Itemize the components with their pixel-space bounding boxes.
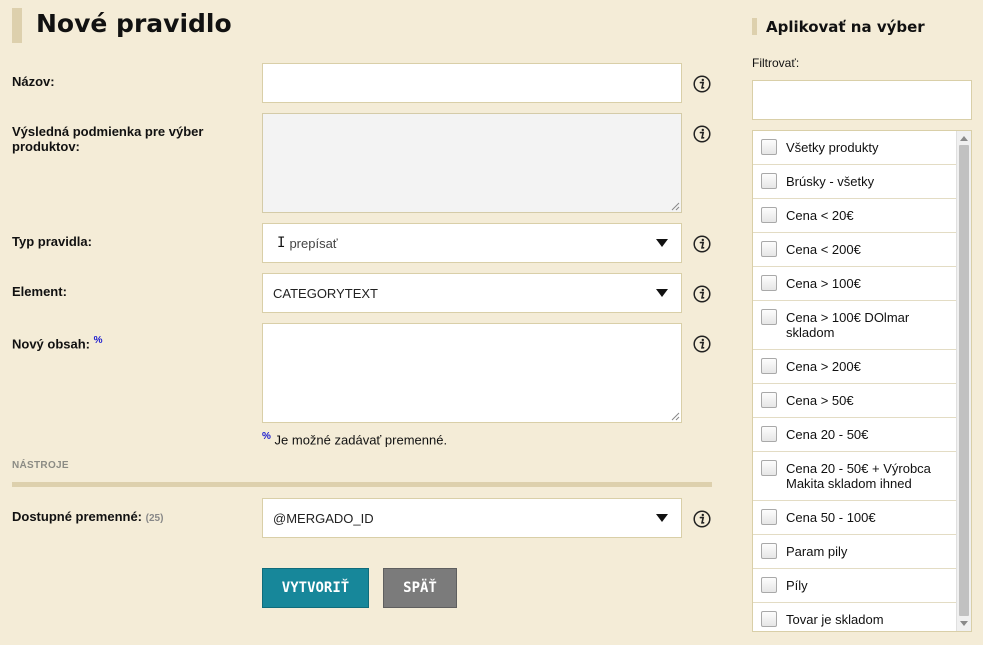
element-label: Element: [12, 284, 67, 299]
list-item[interactable]: Cena < 20€ [753, 199, 957, 233]
list-item-label: Cena > 100€ [786, 276, 861, 291]
list-item[interactable]: Cena 50 - 100€ [753, 501, 957, 535]
checkbox[interactable] [761, 207, 777, 223]
list-item-label: Cena 20 - 50€ + Výrobca Makita skladom i… [786, 461, 931, 491]
list-item[interactable]: Cena 20 - 50€ [753, 418, 957, 452]
list-item[interactable]: Píly [753, 569, 957, 603]
scroll-up-icon[interactable] [960, 136, 968, 141]
content-label: Nový obsah: % [12, 333, 103, 351]
variables-label-text: Dostupné premenné: [12, 509, 143, 524]
checkbox[interactable] [761, 460, 777, 476]
checkbox[interactable] [761, 611, 777, 627]
page-title: Nové pravidlo [36, 9, 232, 38]
variables-label: Dostupné premenné: (25) [12, 509, 163, 526]
checkbox[interactable] [761, 509, 777, 525]
checkbox[interactable] [761, 173, 777, 189]
checkbox[interactable] [761, 426, 777, 442]
sidebar-title: Aplikovať na výber [766, 18, 925, 36]
variables-count: (25) [145, 513, 164, 524]
text-cursor-icon: I [277, 235, 286, 251]
info-icon[interactable] [693, 285, 711, 303]
content-textarea[interactable] [262, 323, 682, 423]
list-item-label: Cena < 20€ [786, 208, 854, 223]
hint-marker: % [262, 431, 271, 442]
list-item-label: Cena > 50€ [786, 393, 854, 408]
content-label-text: Nový obsah: [12, 336, 91, 352]
info-icon[interactable] [693, 510, 711, 528]
sidebar-accent-bar [752, 18, 757, 35]
list-item[interactable]: Cena < 200€ [753, 233, 957, 267]
rule-type-select[interactable]: I prepísať [262, 223, 682, 263]
info-icon[interactable] [693, 75, 711, 93]
scroll-down-icon[interactable] [960, 621, 968, 626]
condition-textarea [262, 113, 682, 213]
list-item[interactable]: Tovar je skladom [753, 603, 957, 631]
variables-hint: % Je možné zadávať premenné. [262, 431, 447, 447]
list-item-label: Param pily [786, 544, 848, 559]
info-icon[interactable] [693, 125, 711, 143]
back-button[interactable]: SPÄŤ [383, 568, 457, 608]
chevron-down-icon [656, 289, 668, 297]
tools-section-title: NÁSTROJE [12, 460, 69, 471]
checkbox[interactable] [761, 241, 777, 257]
list-item-label: Píly [786, 578, 808, 593]
chevron-down-icon [656, 514, 668, 522]
checkbox[interactable] [761, 358, 777, 374]
info-icon[interactable] [693, 235, 711, 253]
name-input[interactable] [263, 64, 681, 102]
list-item-label: Tovar je skladom [786, 612, 884, 627]
list-item[interactable]: Cena > 100€ [753, 267, 957, 301]
selection-list: Všetky produkty Brúsky - všetky Cena < 20€… [752, 130, 972, 632]
selection-list-items: Všetky produkty Brúsky - všetky Cena < 20€… [753, 131, 957, 631]
name-label: Názov: [12, 74, 55, 89]
variables-select[interactable]: @MERGADO_ID [262, 498, 682, 538]
checkbox[interactable] [761, 577, 777, 593]
condition-label: Výsledná podmienka pre výber produktov: [12, 124, 204, 154]
create-button[interactable]: VYTVORIŤ [262, 568, 369, 608]
list-item-label: Brúsky - všetky [786, 174, 875, 189]
info-icon[interactable] [693, 335, 711, 353]
list-item[interactable]: Cena 20 - 50€ + Výrobca Makita skladom i… [753, 452, 957, 501]
list-item[interactable]: Všetky produkty [753, 131, 957, 165]
list-item-label: Cena < 200€ [786, 242, 861, 257]
name-field[interactable] [262, 63, 682, 103]
list-item-label: Cena > 100€ DOlmar skladom [786, 310, 910, 340]
checkbox[interactable] [761, 309, 777, 325]
list-item[interactable]: Brúsky - všetky [753, 165, 957, 199]
scroll-thumb[interactable] [959, 145, 969, 616]
title-accent-bar [12, 8, 22, 43]
list-item[interactable]: Param pily [753, 535, 957, 569]
checkbox[interactable] [761, 392, 777, 408]
hint-text: Je možné zadávať premenné. [274, 432, 448, 448]
section-divider [12, 482, 712, 487]
resize-handle-icon[interactable] [671, 412, 680, 421]
chevron-down-icon [656, 239, 668, 247]
list-scrollbar[interactable] [956, 131, 971, 631]
list-item[interactable]: Cena > 200€ [753, 350, 957, 384]
filter-label: Filtrovať: [752, 56, 800, 70]
rule-type-label: Typ pravidla: [12, 234, 92, 249]
filter-field[interactable] [752, 80, 972, 120]
checkbox[interactable] [761, 275, 777, 291]
filter-input[interactable] [753, 81, 971, 119]
list-item-label: Cena 50 - 100€ [786, 510, 876, 525]
list-item[interactable]: Cena > 50€ [753, 384, 957, 418]
element-select[interactable]: CATEGORYTEXT [262, 273, 682, 313]
list-item-label: Cena > 200€ [786, 359, 861, 374]
variables-value: @MERGADO_ID [273, 510, 374, 526]
variables-marker: % [93, 335, 103, 346]
checkbox[interactable] [761, 139, 777, 155]
resize-handle-icon[interactable] [671, 202, 680, 211]
list-item-label: Cena 20 - 50€ [786, 427, 869, 442]
list-item[interactable]: Cena > 100€ DOlmar skladom [753, 301, 957, 350]
checkbox[interactable] [761, 543, 777, 559]
list-item-label: Všetky produkty [786, 140, 879, 155]
element-value: CATEGORYTEXT [273, 285, 378, 301]
rule-type-value: prepísať [289, 235, 338, 251]
